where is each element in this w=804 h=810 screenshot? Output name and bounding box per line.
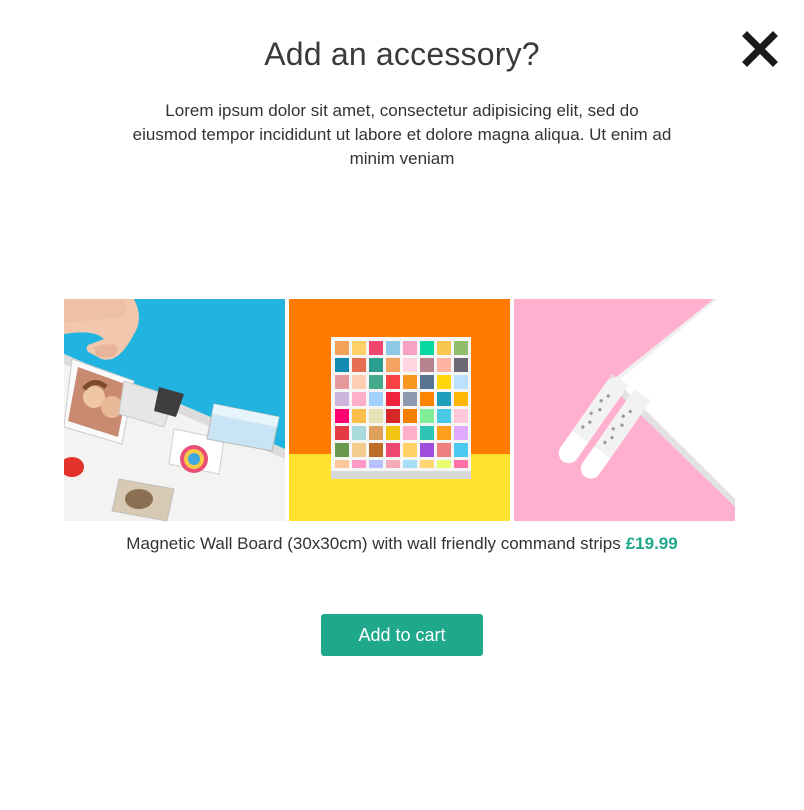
product-description: Magnetic Wall Board (30x30cm) with wall … (0, 534, 804, 554)
product-gallery (64, 299, 736, 521)
product-name: Magnetic Wall Board (30x30cm) with wall … (126, 534, 621, 553)
accessory-modal: Add an accessory? Lorem ipsum dolor sit … (0, 0, 804, 810)
hand-placing-magnets-photo (64, 299, 285, 521)
command-strips-photo (514, 299, 735, 521)
modal-title: Add an accessory? (264, 36, 540, 72)
magnetic-wall-board-photo (289, 299, 510, 521)
add-to-cart-button[interactable]: Add to cart (321, 614, 483, 656)
product-price: £19.99 (625, 534, 678, 553)
modal-description: Lorem ipsum dolor sit amet, consectetur … (132, 101, 672, 168)
